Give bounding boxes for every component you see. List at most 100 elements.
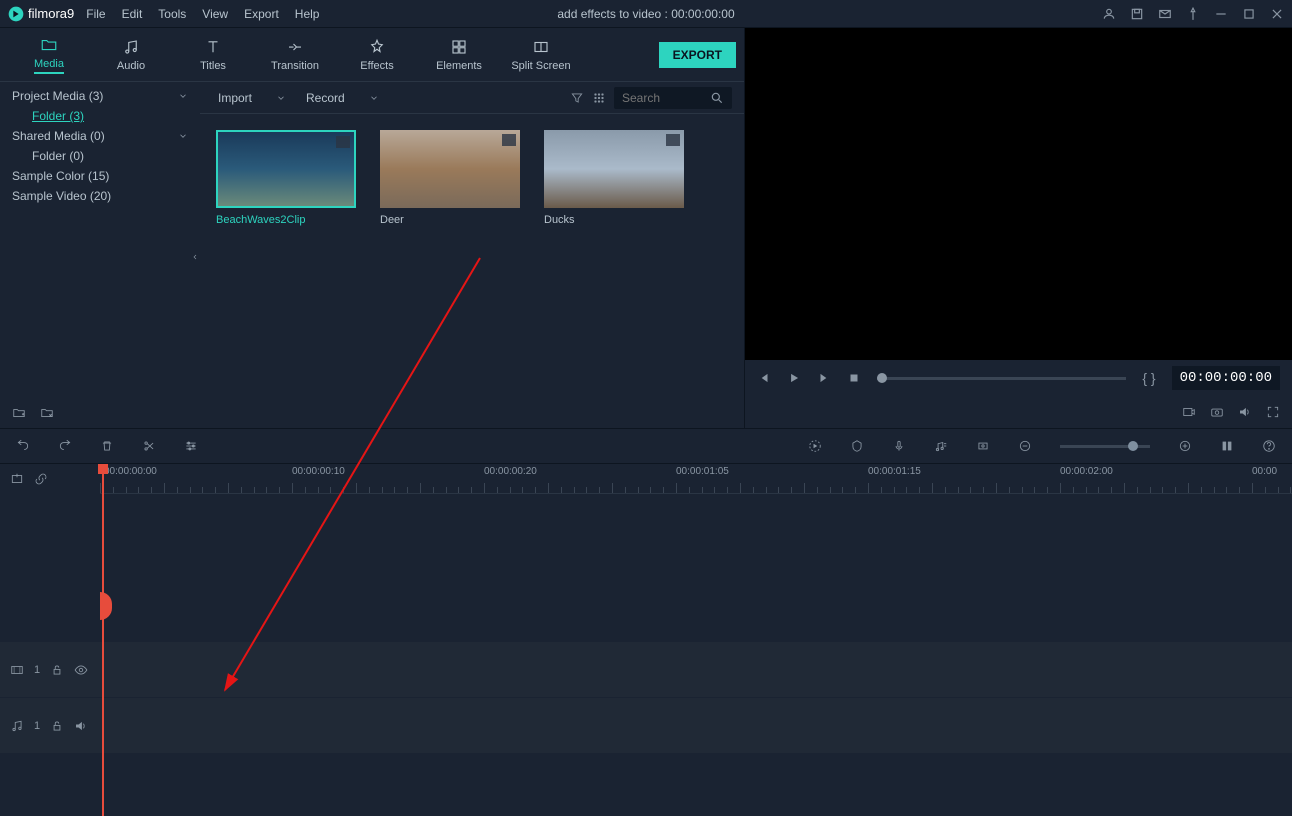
- tree-folder-1[interactable]: Folder (3): [0, 106, 200, 126]
- left-panel: Media Audio Titles Transition Effects El…: [0, 28, 745, 428]
- new-folder-icon[interactable]: [12, 406, 26, 420]
- link-icon[interactable]: [34, 472, 48, 486]
- app-name: filmora9: [28, 6, 74, 21]
- video-track-header[interactable]: 1: [0, 642, 100, 698]
- audio-mixer-icon[interactable]: [934, 439, 948, 453]
- fullscreen-icon[interactable]: [1266, 405, 1280, 419]
- redo-icon[interactable]: [58, 439, 72, 453]
- visibility-icon[interactable]: [74, 663, 88, 677]
- timeline-tracks[interactable]: 00:00:00:00 00:00:00:10 00:00:00:20 00:0…: [100, 464, 1292, 816]
- menu-edit[interactable]: Edit: [122, 7, 143, 21]
- search-input[interactable]: [622, 91, 702, 105]
- zoom-in-icon[interactable]: [1178, 439, 1192, 453]
- minimize-icon[interactable]: [1214, 7, 1228, 21]
- save-icon[interactable]: [1130, 7, 1144, 21]
- tree-sample-video[interactable]: Sample Video (20): [0, 186, 200, 206]
- tree-sample-color[interactable]: Sample Color (15): [0, 166, 200, 186]
- preview-viewport[interactable]: [745, 28, 1292, 360]
- help-icon[interactable]: [1262, 439, 1276, 453]
- delete-folder-icon[interactable]: [40, 406, 54, 420]
- next-frame-icon[interactable]: [817, 371, 831, 385]
- prev-frame-icon[interactable]: [757, 371, 771, 385]
- tree-folder-2[interactable]: Folder (0): [0, 146, 200, 166]
- mark-in-out-icon[interactable]: { }: [1142, 370, 1155, 386]
- timeline-head-controls: [0, 464, 100, 494]
- search-icon[interactable]: [710, 91, 724, 105]
- timeline-ruler[interactable]: 00:00:00:00 00:00:00:10 00:00:00:20 00:0…: [100, 464, 1292, 494]
- export-button[interactable]: EXPORT: [659, 42, 736, 68]
- effects-icon: [368, 38, 386, 56]
- record-dropdown[interactable]: Record: [300, 91, 385, 105]
- zoom-out-icon[interactable]: [1018, 439, 1032, 453]
- preview-timecode: 00:00:00:00: [1172, 366, 1280, 390]
- mail-icon[interactable]: [1158, 7, 1172, 21]
- menu-view[interactable]: View: [202, 7, 228, 21]
- media-thumb: [216, 130, 356, 208]
- volume-icon[interactable]: [1238, 405, 1252, 419]
- filmora-logo-icon: [8, 6, 24, 22]
- sidebar-collapse-handle[interactable]: [190, 250, 200, 264]
- video-track-area[interactable]: [100, 642, 1292, 698]
- crop-icon[interactable]: [976, 439, 990, 453]
- quality-icon[interactable]: [1182, 405, 1196, 419]
- zoom-handle[interactable]: [1128, 441, 1138, 451]
- timeline-toolbar: [0, 428, 1292, 464]
- stop-icon[interactable]: [847, 371, 861, 385]
- tree-shared-media[interactable]: Shared Media (0): [0, 126, 200, 146]
- track-area[interactable]: [100, 494, 1292, 568]
- menu-file[interactable]: File: [86, 7, 105, 21]
- undo-icon[interactable]: [16, 439, 30, 453]
- main-area: Media Audio Titles Transition Effects El…: [0, 28, 1292, 428]
- pin-icon[interactable]: [1186, 7, 1200, 21]
- filter-icon[interactable]: [570, 91, 584, 105]
- search-box[interactable]: [614, 87, 732, 109]
- menu-tools[interactable]: Tools: [158, 7, 186, 21]
- progress-handle[interactable]: [877, 373, 887, 383]
- track-spacer: [0, 494, 100, 568]
- playhead[interactable]: [102, 464, 104, 816]
- lock-icon[interactable]: [50, 719, 64, 733]
- tree-project-media[interactable]: Project Media (3): [0, 86, 200, 106]
- preview-progress[interactable]: [877, 377, 1126, 380]
- lock-icon[interactable]: [50, 663, 64, 677]
- tab-effects[interactable]: Effects: [336, 32, 418, 78]
- maximize-icon[interactable]: [1242, 7, 1256, 21]
- snapshot-icon[interactable]: [1210, 405, 1224, 419]
- chevron-down-icon: [178, 91, 188, 101]
- adjust-icon[interactable]: [184, 439, 198, 453]
- menu-help[interactable]: Help: [295, 7, 320, 21]
- playhead-handle[interactable]: [98, 464, 108, 474]
- delete-icon[interactable]: [100, 439, 114, 453]
- zoom-slider[interactable]: [1060, 445, 1150, 448]
- audio-track-header[interactable]: 1: [0, 698, 100, 754]
- tab-media[interactable]: Media: [8, 30, 90, 80]
- media-toolbar: Import Record: [200, 82, 744, 114]
- menu-export[interactable]: Export: [244, 7, 279, 21]
- media-name: Deer: [380, 214, 520, 226]
- preview-footer: [745, 396, 1292, 428]
- split-icon[interactable]: [142, 439, 156, 453]
- video-track-number: 1: [34, 664, 40, 676]
- audio-track-icon: [10, 719, 24, 733]
- track-area[interactable]: [100, 568, 1292, 642]
- close-icon[interactable]: [1270, 7, 1284, 21]
- add-track-icon[interactable]: [10, 472, 24, 486]
- mute-icon[interactable]: [74, 719, 88, 733]
- media-item-beachwaves[interactable]: BeachWaves2Clip: [216, 130, 356, 226]
- media-item-ducks[interactable]: Ducks: [544, 130, 684, 226]
- user-icon[interactable]: [1102, 7, 1116, 21]
- grid-view-icon[interactable]: [592, 91, 606, 105]
- tab-split-screen[interactable]: Split Screen: [500, 32, 582, 78]
- tab-elements[interactable]: Elements: [418, 32, 500, 78]
- tab-transition[interactable]: Transition: [254, 32, 336, 78]
- play-icon[interactable]: [787, 371, 801, 385]
- voiceover-icon[interactable]: [892, 439, 906, 453]
- media-item-deer[interactable]: Deer: [380, 130, 520, 226]
- audio-track-area[interactable]: [100, 698, 1292, 754]
- marker-icon[interactable]: [850, 439, 864, 453]
- tab-titles[interactable]: Titles: [172, 32, 254, 78]
- fit-icon[interactable]: [1220, 439, 1234, 453]
- tab-audio[interactable]: Audio: [90, 32, 172, 78]
- render-icon[interactable]: [808, 439, 822, 453]
- import-dropdown[interactable]: Import: [212, 91, 292, 105]
